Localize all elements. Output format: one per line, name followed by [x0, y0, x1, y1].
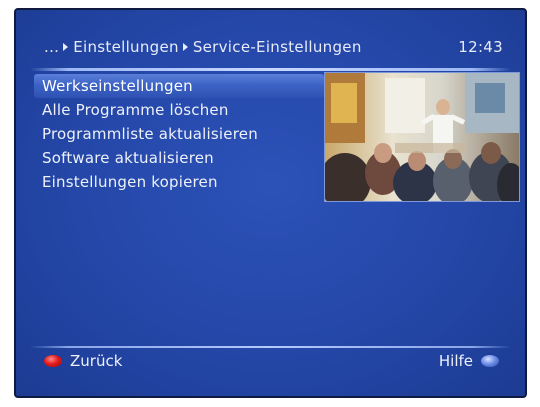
- menu-item-alle-programme-loeschen[interactable]: Alle Programme löschen: [34, 98, 324, 122]
- menu-item-label: Werkseinstellungen: [42, 77, 193, 95]
- menu-item-programmliste-aktualisieren[interactable]: Programmliste aktualisieren: [34, 122, 324, 146]
- breadcrumb-arrow-icon: [63, 43, 69, 51]
- service-menu: Werkseinstellungen Alle Programme lösche…: [34, 74, 324, 194]
- menu-item-label: Programmliste aktualisieren: [42, 125, 258, 143]
- red-button-icon: [44, 355, 62, 367]
- menu-item-label: Alle Programme löschen: [42, 101, 229, 119]
- back-button[interactable]: Zurück: [44, 352, 122, 370]
- blue-button-icon: [481, 355, 499, 367]
- menu-item-werkseinstellungen[interactable]: Werkseinstellungen: [34, 74, 324, 98]
- breadcrumb-arrow-icon: [182, 43, 188, 51]
- tv-preview-image: [325, 73, 519, 201]
- breadcrumb-einstellungen[interactable]: Einstellungen: [73, 38, 179, 56]
- menu-item-einstellungen-kopieren[interactable]: Einstellungen kopieren: [34, 170, 324, 194]
- help-button-label: Hilfe: [438, 352, 473, 370]
- breadcrumb-ellipsis: ...: [44, 38, 60, 56]
- menu-item-software-aktualisieren[interactable]: Software aktualisieren: [34, 146, 324, 170]
- footer-divider: [30, 346, 511, 348]
- menu-item-label: Einstellungen kopieren: [42, 173, 218, 191]
- menu-item-label: Software aktualisieren: [42, 149, 214, 167]
- menu-header: ... Einstellungen Service-Einstellungen …: [30, 38, 511, 62]
- tv-preview-window: [324, 72, 520, 202]
- breadcrumb-service-einstellungen: Service-Einstellungen: [192, 38, 362, 56]
- button-bar: Zurück Hilfe: [30, 352, 511, 376]
- osd-screen: ... Einstellungen Service-Einstellungen …: [14, 8, 527, 398]
- header-divider: [30, 68, 511, 71]
- breadcrumb: ... Einstellungen Service-Einstellungen: [44, 38, 362, 56]
- tv-frame: ... Einstellungen Service-Einstellungen …: [0, 0, 540, 407]
- clock: 12:43: [458, 38, 503, 56]
- help-button[interactable]: Hilfe: [439, 352, 499, 370]
- back-button-label: Zurück: [70, 352, 123, 370]
